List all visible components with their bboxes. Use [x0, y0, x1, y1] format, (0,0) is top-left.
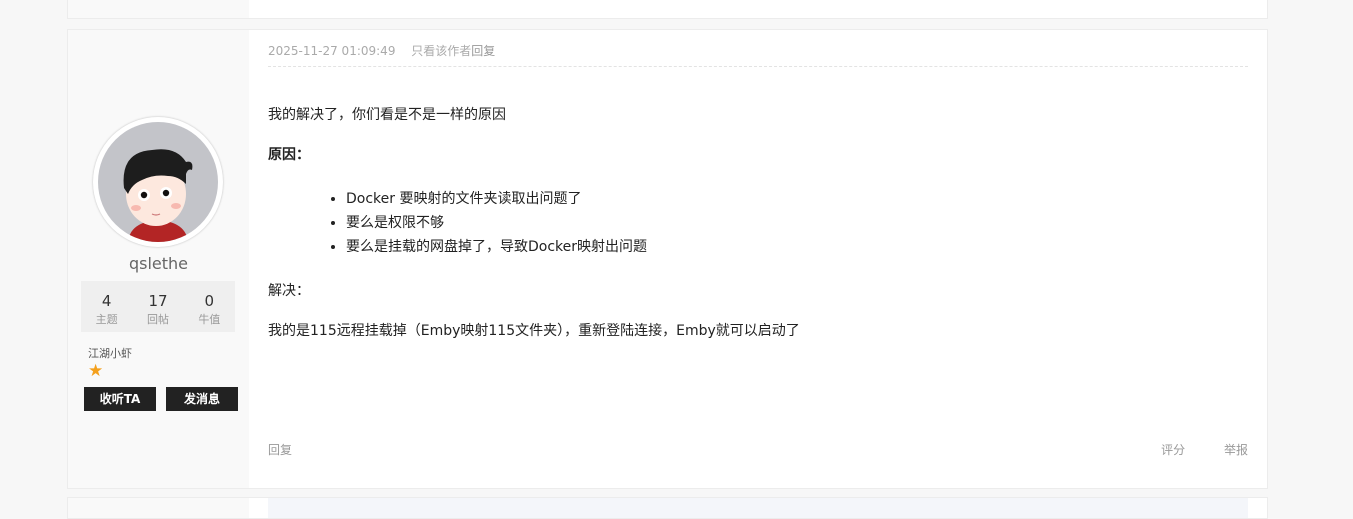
stat-topics-count: 4	[101, 292, 112, 310]
reason-heading: 原因：	[268, 147, 310, 163]
stat-points-count: 0	[204, 292, 215, 310]
next-post-content	[249, 498, 1267, 518]
post-timestamp: 2025-11-27 01:09:49	[268, 44, 396, 58]
reason-list: Docker 要映射的文件夹读取出问题了 要么是权限不够 要么是挂载的网盘掉了，…	[326, 185, 647, 261]
meta-divider	[268, 66, 1248, 67]
post-meta: 2025-11-27 01:09:49 只看该作者回复	[268, 42, 495, 59]
report-button[interactable]: 举报	[1224, 443, 1248, 457]
username[interactable]: qslethe	[68, 254, 249, 273]
stat-points-label: 牛值	[198, 313, 221, 326]
stat-topics-label: 主题	[95, 313, 118, 326]
stat-replies[interactable]: 17 回帖	[132, 281, 183, 332]
star-icon: ★	[88, 361, 104, 381]
follow-button[interactable]: 收听TA	[84, 387, 156, 411]
rate-button[interactable]: 评分	[1161, 443, 1185, 457]
list-item: 要么是挂载的网盘掉了，导致Docker映射出问题	[346, 233, 647, 261]
stat-topics[interactable]: 4 主题	[81, 281, 132, 332]
user-rank: 江湖小虾	[88, 347, 132, 360]
reply-link[interactable]: 回复	[471, 44, 495, 58]
avatar[interactable]	[93, 117, 223, 247]
post-actions: 评分 举报	[1126, 441, 1248, 458]
post-paragraph: 我的解决了，你们看是不是一样的原因	[268, 107, 506, 123]
avatar-image	[98, 122, 218, 242]
stat-replies-label: 回帖	[146, 313, 169, 326]
author-sidebar: qslethe 4 主题 17 回帖 0 牛值 江湖小虾 ★ 收听TA 发消息	[68, 30, 249, 488]
next-post	[67, 497, 1268, 519]
next-post-quote	[268, 498, 1248, 518]
post-main: 2025-11-27 01:09:49 只看该作者回复 我的解决了，你们看是不是…	[249, 30, 1267, 488]
send-message-button[interactable]: 发消息	[166, 387, 238, 411]
stat-replies-count: 17	[148, 292, 168, 310]
only-author-link[interactable]: 只看该作者	[411, 44, 471, 58]
solution-heading: 解决：	[268, 283, 310, 299]
solution-paragraph: 我的是115远程挂载掉（Emby映射115文件夹），重新登陆连接，Emby就可以…	[268, 323, 800, 339]
stat-points[interactable]: 0 牛值	[184, 281, 235, 332]
previous-post	[67, 0, 1268, 19]
reply-button[interactable]: 回复	[268, 441, 292, 458]
post: qslethe 4 主题 17 回帖 0 牛值 江湖小虾 ★ 收听TA 发消息 …	[67, 29, 1268, 489]
previous-post-content	[249, 0, 1267, 18]
user-stats: 4 主题 17 回帖 0 牛值	[81, 281, 235, 332]
